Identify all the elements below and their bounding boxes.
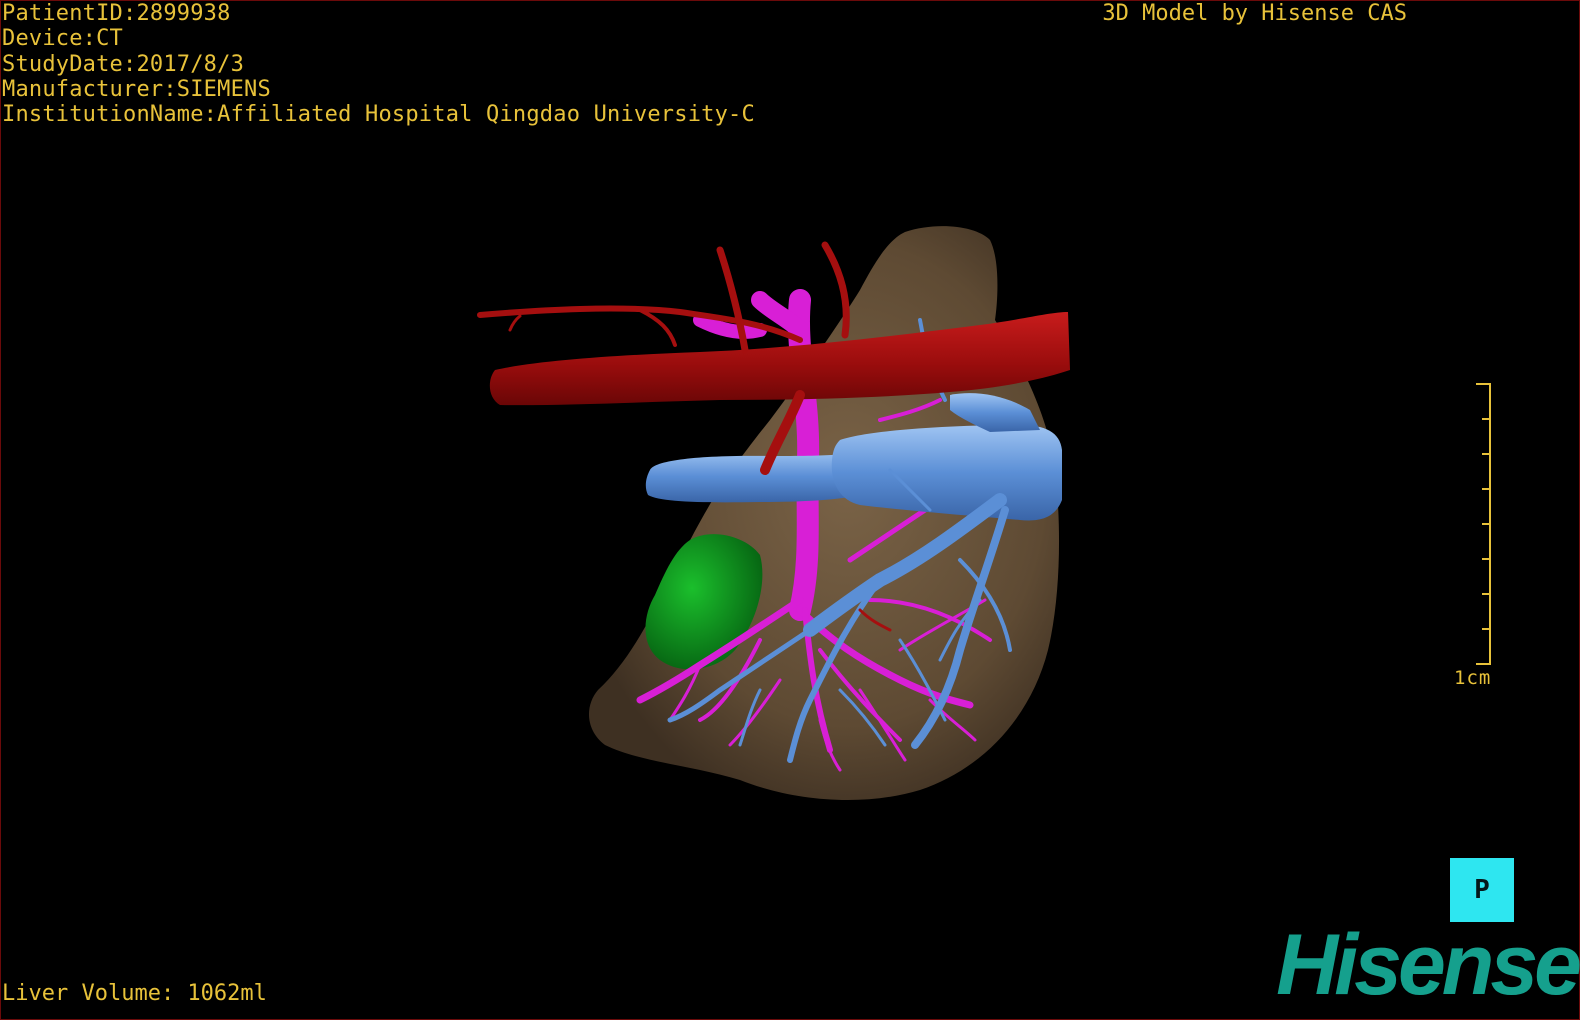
scale-bar-label: 1cm [1454, 667, 1492, 689]
hisense-logo: Hisense [1276, 917, 1580, 1013]
model-credit-text: 3D Model by Hisense CAS [1102, 1, 1407, 26]
institution-text: InstitutionName:Affiliated Hospital Qing… [2, 102, 755, 128]
orientation-label: P [1474, 875, 1490, 905]
render-viewport[interactable] [0, 0, 1580, 1020]
device-text: Device:CT [2, 26, 124, 52]
patient-id-text: PatientID:2899938 [2, 1, 231, 26]
orientation-cube-icon[interactable]: P [1450, 858, 1514, 922]
manufacturer-text: Manufacturer:SIEMENS [2, 76, 271, 102]
liver-volume-text: Liver Volume: 1062ml [2, 981, 267, 1006]
dicom-info-overlay: PatientID:2899938 Device:CT StudyDate:20… [2, 1, 755, 127]
scale-bar [1476, 383, 1491, 665]
study-date-text: StudyDate:2017/8/3 [2, 51, 245, 77]
